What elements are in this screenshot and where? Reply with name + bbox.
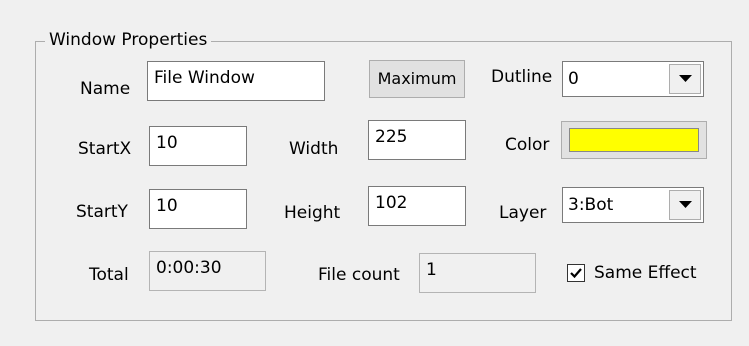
outline-label: Dutline bbox=[491, 67, 553, 87]
outline-select[interactable]: 0 bbox=[562, 61, 704, 97]
starty-input[interactable]: 10 bbox=[149, 189, 247, 229]
group-title: Window Properties bbox=[45, 28, 212, 52]
starty-label: StartY bbox=[76, 202, 128, 222]
same-effect-checkbox[interactable] bbox=[567, 264, 585, 282]
outline-value: 0 bbox=[568, 69, 579, 89]
chevron-down-icon[interactable] bbox=[669, 190, 701, 220]
name-label: Name bbox=[80, 79, 131, 99]
layer-label: Layer bbox=[499, 203, 547, 223]
file-count-display: 1 bbox=[419, 253, 536, 293]
checkmark-icon bbox=[570, 268, 582, 279]
width-label: Width bbox=[289, 139, 339, 159]
color-picker-button[interactable] bbox=[561, 121, 707, 159]
layer-value: 3:Bot bbox=[568, 195, 614, 215]
width-input[interactable]: 225 bbox=[368, 120, 466, 160]
same-effect-label[interactable]: Same Effect bbox=[594, 261, 697, 285]
name-input[interactable]: File Window bbox=[147, 61, 325, 101]
startx-label: StartX bbox=[78, 139, 132, 159]
height-input[interactable]: 102 bbox=[368, 186, 466, 226]
total-display: 0:00:30 bbox=[149, 251, 266, 291]
color-label: Color bbox=[505, 135, 550, 155]
layer-select[interactable]: 3:Bot bbox=[562, 187, 704, 223]
total-label: Total bbox=[89, 265, 129, 285]
startx-input[interactable]: 10 bbox=[149, 126, 247, 166]
maximum-button[interactable]: Maximum bbox=[369, 60, 465, 98]
color-swatch bbox=[569, 128, 699, 152]
height-label: Height bbox=[284, 203, 341, 223]
chevron-down-icon[interactable] bbox=[669, 64, 701, 94]
file-count-label: File count bbox=[318, 265, 400, 285]
